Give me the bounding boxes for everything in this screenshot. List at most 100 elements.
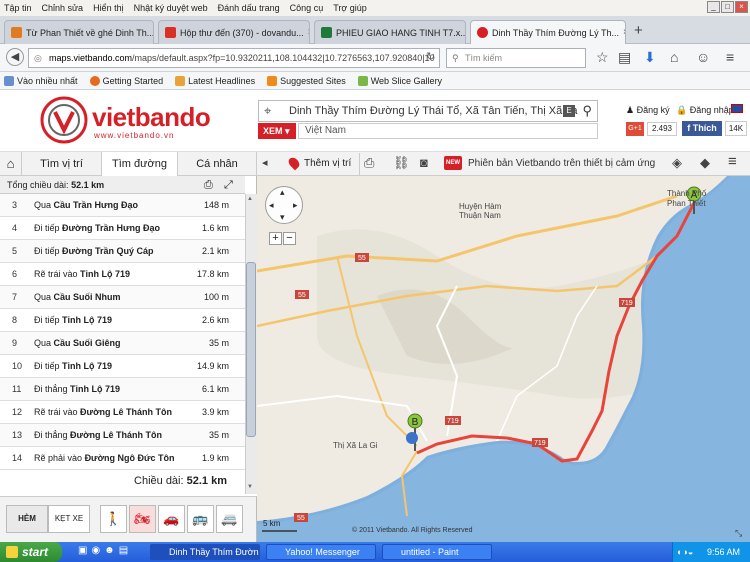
minimize-icon[interactable]: _ [707, 1, 720, 13]
task-paint[interactable]: untitled - Paint [382, 544, 492, 560]
browser-search-input[interactable]: ⚲ Tìm kiếm [446, 48, 586, 68]
map-canvas[interactable]: A B 55 55 719 719 719 55 Thành Phố Phan … [257, 176, 750, 542]
keyboard-icon[interactable]: E [563, 105, 575, 117]
xem-button[interactable]: XEM ▾ [258, 123, 296, 139]
pan-control[interactable]: ▴ ◂ ▸ ▾ [265, 186, 303, 224]
route-step-row[interactable]: 12 Rẽ trái vào Đường Lê Thánh Tôn 3.9 km [0, 401, 245, 424]
search-icon[interactable]: ⚲ [582, 101, 592, 121]
alley-mode-button[interactable]: HẺM [6, 505, 48, 533]
tab-find-route[interactable]: Tìm đường [102, 152, 178, 176]
tag-icon[interactable]: ◆ [700, 155, 710, 171]
route-step-row[interactable]: 8 Đi tiếp Tỉnh Lộ 719 2.6 km [0, 309, 245, 332]
task-firefox[interactable]: Dinh Thầy Thím Đườn... [150, 544, 260, 560]
scroll-down-icon[interactable]: ▼ [247, 484, 253, 490]
menu-icon[interactable]: ≡ [728, 153, 737, 170]
scroll-up-icon[interactable]: ▲ [247, 196, 253, 202]
traffic-mode-button[interactable]: KẸT XE [48, 505, 90, 533]
bus-icon[interactable]: 🚌 [187, 505, 214, 533]
login-link[interactable]: 🔒 Đăng nhập [676, 105, 734, 116]
add-location-button[interactable]: Thêm vị trí [284, 153, 360, 175]
register-link[interactable]: ♟ Đăng ký [626, 105, 670, 116]
fb-like-button[interactable]: f Thích [682, 121, 722, 136]
maximize-icon[interactable]: □ [721, 1, 734, 13]
pan-down-icon[interactable]: ▾ [280, 212, 285, 223]
pan-up-icon[interactable]: ▴ [280, 187, 285, 198]
print-icon[interactable]: ⎙ [204, 176, 213, 194]
tab-1[interactable]: Từ Phan Thiết về ghé Dinh Th... × [4, 20, 154, 44]
country-select[interactable]: Việt Nam [298, 123, 598, 139]
route-step-row[interactable]: 14 Rẽ phải vào Đường Ngô Đức Tôn 1.9 km [0, 447, 245, 470]
svg-text:© 2011 Vietbando. All Rights R: © 2011 Vietbando. All Rights Reserved [352, 526, 473, 534]
menu-edit[interactable]: Chỉnh sửa [42, 3, 84, 13]
route-step-row[interactable]: 3 Qua Cầu Trần Hưng Đạo 148 m [0, 194, 245, 217]
uk-flag-icon[interactable] [731, 104, 743, 113]
quick-launch-icons[interactable]: ▣◉☻▤ [78, 545, 132, 556]
route-step-row[interactable]: 4 Đi tiếp Đường Trần Hưng Đạo 1.6 km [0, 217, 245, 240]
new-tab-icon[interactable]: + [634, 22, 643, 39]
menu-tools[interactable]: Công cụ [290, 3, 324, 13]
addon-icon[interactable]: ☺ [696, 49, 710, 65]
link-icon[interactable]: ⛓ [393, 155, 410, 171]
reading-list-icon[interactable]: ▤ [618, 49, 631, 66]
tab-close-icon[interactable]: × [304, 27, 309, 38]
car-icon[interactable]: 🚗 [158, 505, 185, 533]
tab-2[interactable]: Hộp thư đến (370) - dovandu... × [158, 20, 310, 44]
route-step-row[interactable]: 13 Đi thẳng Đường Lê Thánh Tôn 35 m [0, 424, 245, 447]
route-step-row[interactable]: 10 Đi tiếp Tỉnh Lộ 719 14.9 km [0, 355, 245, 378]
collapse-panel-icon[interactable]: ◂ [262, 156, 268, 169]
menu-icon[interactable]: ≡ [726, 49, 734, 65]
route-step-row[interactable]: 6 Rẽ trái vào Tỉnh Lộ 719 17.8 km [0, 263, 245, 286]
pan-left-icon[interactable]: ◂ [269, 200, 274, 211]
map-view[interactable]: A B 55 55 719 719 719 55 Thành Phố Phan … [257, 176, 750, 542]
zoom-out-icon[interactable]: − [283, 232, 296, 245]
gplus-button[interactable]: G+1 [626, 122, 644, 136]
walk-icon[interactable]: 🚶 [100, 505, 127, 533]
zoom-in-icon[interactable]: + [269, 232, 282, 245]
motorbike-icon[interactable]: 🏍 [129, 505, 156, 533]
route-step-row[interactable]: 7 Qua Cầu Suối Nhum 100 m [0, 286, 245, 309]
tab-3[interactable]: PHIEU GIAO HANG TINH T7.x... × [314, 20, 466, 44]
tab-find-location[interactable]: Tìm vị trí [22, 152, 102, 176]
tab-close-icon[interactable]: × [619, 27, 625, 38]
tab-4-active[interactable]: Dinh Thầy Thím Đường Lý Th... × [470, 20, 626, 44]
menu-help[interactable]: Trợ giúp [333, 3, 367, 13]
menu-bookmarks[interactable]: Đánh dấu trang [218, 3, 280, 13]
expand-icon[interactable]: ⤢ [224, 176, 233, 194]
bookmarks-bar: Vào nhiều nhất Getting Started Latest He… [0, 72, 750, 90]
layers-icon[interactable]: ◈ [672, 155, 682, 171]
bookmark-getting-started[interactable]: Getting Started [89, 75, 163, 86]
home-icon[interactable]: ⌂ [0, 152, 22, 176]
step-number: 12 [12, 407, 23, 417]
download-icon[interactable]: ⬇ [644, 49, 656, 66]
resize-icon[interactable]: ⤡ [735, 528, 742, 539]
camera-icon[interactable]: ◙ [420, 155, 428, 170]
menu-view[interactable]: Hiển thị [93, 3, 124, 13]
tray-icons[interactable]: ◐◑◒ [677, 542, 693, 562]
bookmark-web-slice[interactable]: Web Slice Gallery [357, 75, 442, 86]
print-icon[interactable]: ⎙ [364, 155, 374, 171]
bookmark-latest-headlines[interactable]: Latest Headlines [175, 75, 255, 86]
route-step-row[interactable]: 11 Đi thẳng Tỉnh Lộ 719 6.1 km [0, 378, 245, 401]
back-icon[interactable]: ◀ [6, 48, 24, 66]
bookmark-suggested-sites[interactable]: Suggested Sites [267, 75, 346, 86]
url-bar[interactable]: ◎ maps.vietbando.com/maps/default.aspx?f… [28, 48, 440, 68]
place-search-input[interactable]: ⌖ Dinh Thầy Thím Đường Lý Thái Tổ, Xã Tâ… [258, 100, 598, 122]
mobile-version-banner[interactable]: Phiên bản Vietbando trên thiết bị cảm ứn… [468, 152, 655, 176]
close-icon[interactable]: × [735, 1, 748, 13]
task-yahoo-messenger[interactable]: Yahoo! Messenger [266, 544, 376, 560]
truck-icon[interactable]: 🚐 [216, 505, 243, 533]
home-icon[interactable]: ⌂ [670, 49, 678, 65]
vietbando-logo-icon[interactable] [40, 96, 88, 144]
step-distance: 35 m [208, 338, 229, 348]
route-step-row[interactable]: 9 Qua Cầu Suối Giêng 35 m [0, 332, 245, 355]
route-step-row[interactable]: 5 Đi tiếp Đường Trần Quý Cáp 2.1 km [0, 240, 245, 263]
menu-file[interactable]: Tập tin [4, 3, 32, 13]
bookmark-most-visited[interactable]: Vào nhiều nhất [4, 75, 78, 86]
tab-personal[interactable]: Cá nhân [178, 152, 257, 176]
svg-text:5 km: 5 km [263, 519, 281, 528]
scrollbar-thumb[interactable] [246, 262, 256, 437]
pan-right-icon[interactable]: ▸ [293, 200, 298, 211]
reload-icon[interactable]: ↻ [426, 50, 435, 63]
menu-history[interactable]: Nhật ký duyệt web [134, 3, 208, 13]
bookmark-star-icon[interactable]: ☆ [596, 49, 609, 66]
